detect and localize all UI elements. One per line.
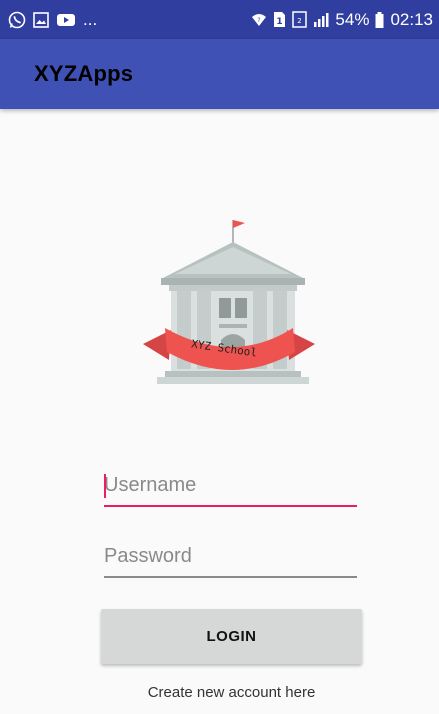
school-building-icon — [143, 220, 315, 384]
signal-icon — [313, 12, 329, 28]
clock: 02:13 — [390, 9, 433, 29]
status-bar: ... ? 1 2 54% 02:13 — [0, 0, 439, 39]
youtube-icon — [56, 12, 76, 28]
svg-text:?: ? — [258, 17, 261, 24]
app-title: XYZApps — [34, 61, 134, 86]
username-underline — [104, 505, 357, 507]
sim-1-icon: 1 — [273, 11, 286, 28]
svg-text:2: 2 — [298, 17, 302, 25]
image-icon — [33, 11, 49, 28]
status-notifications: ... — [8, 10, 97, 30]
battery-percent: 54% — [335, 9, 370, 29]
battery-icon — [375, 11, 384, 28]
create-account-link[interactable]: Create new account here — [0, 684, 439, 701]
password-input[interactable] — [104, 538, 357, 574]
school-logo: XYZ School — [135, 216, 321, 388]
app-bar: XYZApps — [0, 39, 439, 109]
svg-text:1: 1 — [277, 17, 283, 27]
password-field[interactable] — [104, 538, 357, 578]
username-field[interactable] — [104, 467, 357, 507]
password-underline — [104, 576, 357, 578]
more-notifications-indicator: ... — [83, 9, 98, 29]
status-system: ? 1 2 54% 02:13 — [251, 10, 433, 30]
wifi-icon: ? — [251, 12, 267, 28]
username-input[interactable] — [104, 467, 357, 503]
text-cursor — [104, 474, 106, 498]
login-button[interactable]: LOGIN — [101, 609, 362, 664]
whatsapp-icon — [8, 11, 26, 29]
sim-lte-icon: 2 — [292, 11, 308, 28]
